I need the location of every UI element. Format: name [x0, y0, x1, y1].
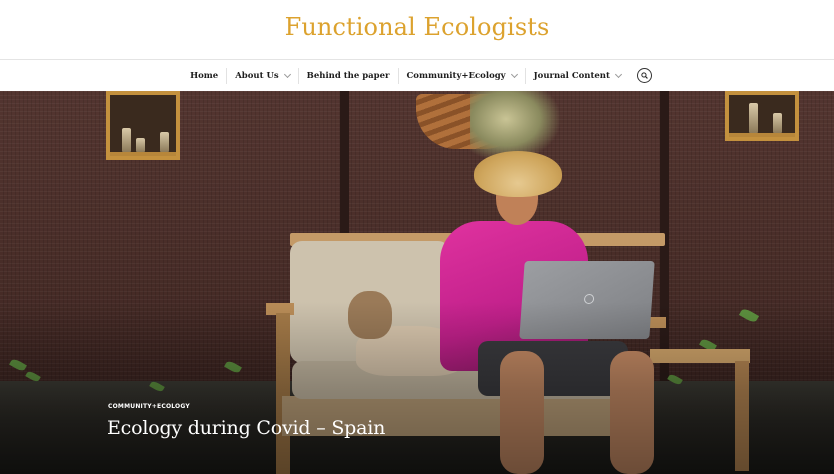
post-title[interactable]: Ecology during Covid – Spain [107, 417, 385, 439]
site-title[interactable]: Functional Ecologists [0, 13, 834, 41]
post-category[interactable]: COMMUNITY+ECOLOGY [108, 403, 190, 410]
nav-item-community-ecology[interactable]: Community+Ecology [397, 67, 525, 84]
chevron-down-icon [510, 70, 518, 78]
nav-item-label: Journal Content [533, 70, 610, 81]
main-navigation: Home About Us Behind the paper Community… [0, 60, 834, 91]
nav-item-label: About Us [235, 70, 279, 81]
nav-item-label: Behind the paper [306, 70, 390, 81]
nav-item-behind-the-paper[interactable]: Behind the paper [297, 67, 398, 84]
nav-item-home[interactable]: Home [182, 68, 226, 84]
nav-item-about-us[interactable]: About Us [226, 67, 297, 84]
chevron-down-icon [283, 70, 291, 78]
nav-item-label: Community+Ecology [406, 70, 506, 81]
chevron-down-icon [614, 70, 622, 78]
featured-post-hero[interactable]: COMMUNITY+ECOLOGY Ecology during Covid –… [0, 91, 834, 474]
nav-item-label: Home [190, 70, 219, 81]
site-header: Functional Ecologists [0, 0, 834, 60]
search-icon [641, 72, 648, 79]
search-button[interactable] [636, 68, 652, 83]
nav-item-journal-content[interactable]: Journal Content [524, 67, 629, 84]
